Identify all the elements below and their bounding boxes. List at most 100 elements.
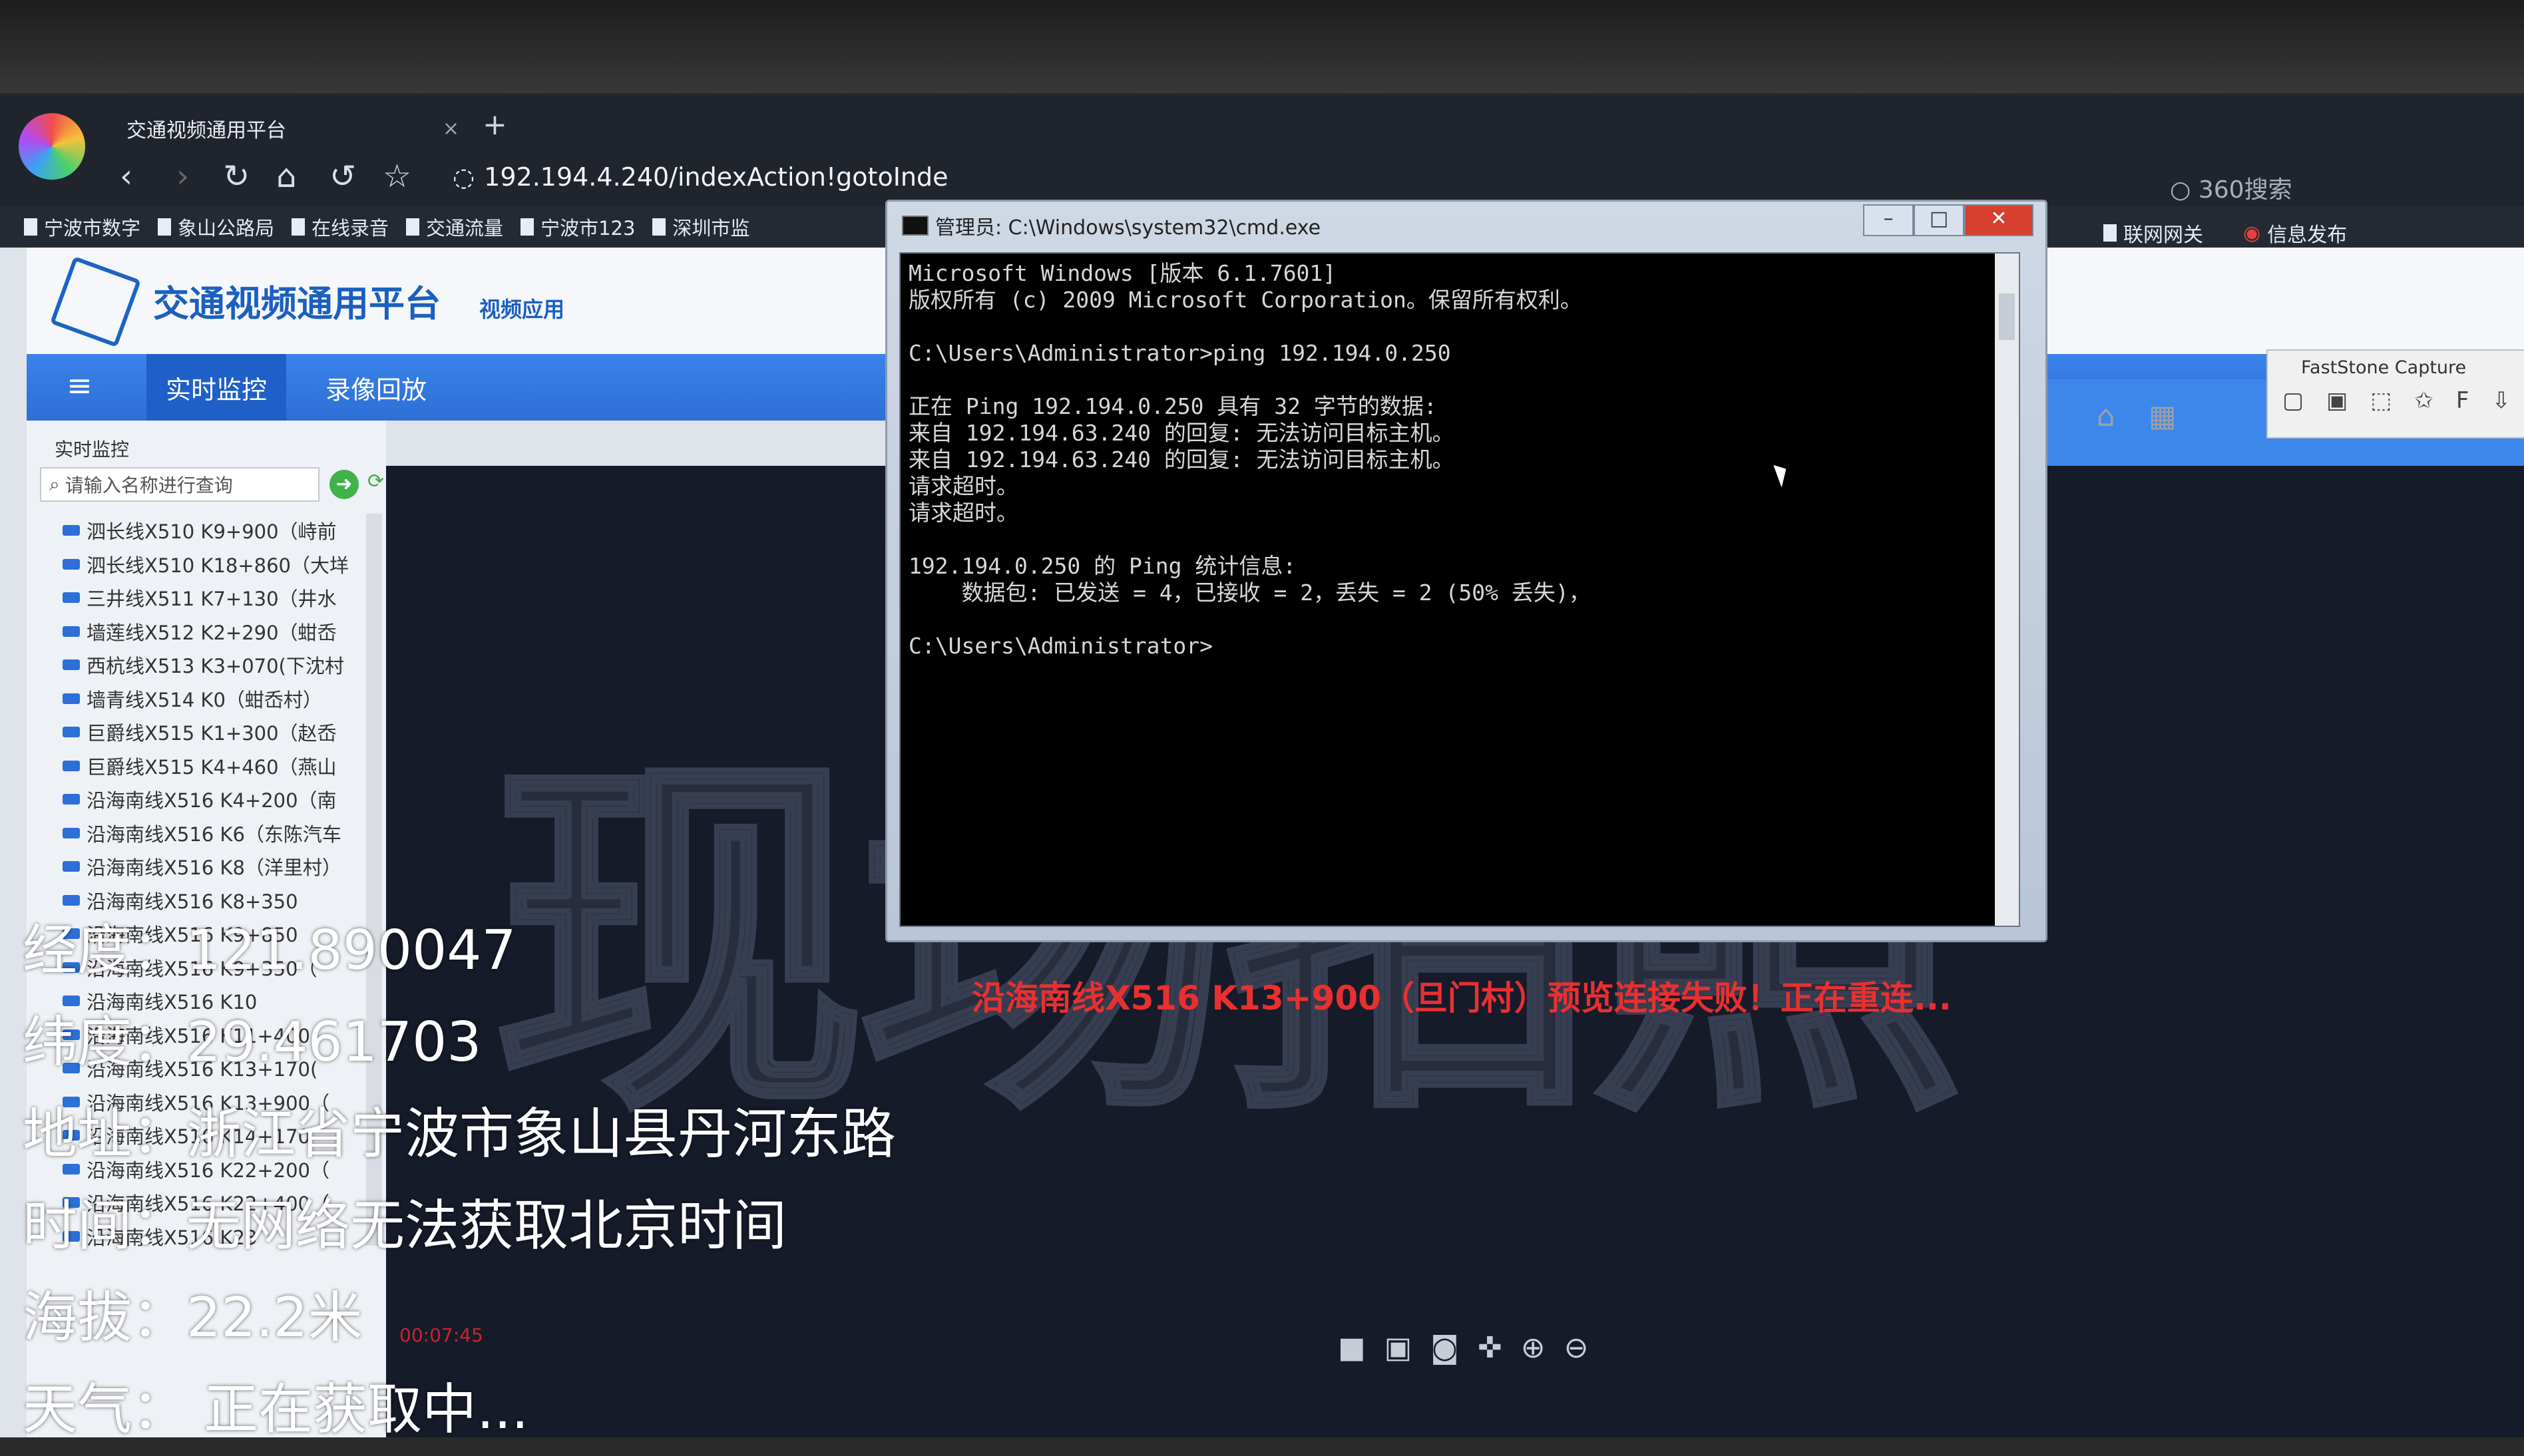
menu-icon[interactable]: ≡: [67, 367, 93, 403]
cmd-icon: [902, 216, 929, 236]
app-logo-icon: [49, 256, 142, 348]
undo-icon[interactable]: ↺: [329, 156, 356, 196]
camera-list-item[interactable]: 沿海南线X516 K6（东陈汽车: [40, 817, 386, 850]
home-icon[interactable]: ⌂: [276, 156, 296, 196]
faststone-toolbar: FastStone Capture ▢ ▣ ⬚ ✩ F ⇩: [2266, 349, 2524, 439]
camera-icon: [63, 760, 80, 771]
cmd-line: 请求超时。: [909, 500, 1018, 526]
bookmark-label: 深圳市监: [672, 217, 750, 240]
camera-label: 墙莲线X512 K2+290（蚶岙: [87, 621, 337, 644]
stop-icon[interactable]: ■: [1338, 1331, 1366, 1365]
camera-icon: [63, 727, 80, 738]
camera-list-item[interactable]: 墙青线X514 K0（蚶岙村）: [40, 682, 386, 716]
cmd-title: 管理员: C:\Windows\system32\cmd.exe: [935, 216, 1321, 240]
camera-icon: [63, 525, 80, 536]
capture-region-icon[interactable]: ⬚: [2370, 387, 2392, 414]
cmd-line: 来自 192.194.63.240 的回复: 无法访问目标主机。: [909, 420, 1454, 446]
ptz-icon[interactable]: ✜: [1478, 1331, 1502, 1365]
camera-icon: [63, 827, 80, 838]
bookmark[interactable]: 深圳市监: [652, 213, 749, 241]
snapshot-icon[interactable]: ◙: [1430, 1331, 1459, 1365]
new-tab-icon[interactable]: +: [483, 108, 507, 142]
camera-list-item[interactable]: 墙莲线X512 K2+290（蚶岙: [40, 615, 386, 649]
record-icon[interactable]: ▣: [1384, 1331, 1412, 1365]
camera-list-item[interactable]: 三井线X511 K7+130（井水: [40, 581, 386, 615]
camera-list-item[interactable]: 沿海南线X516 K8（洋里村）: [40, 850, 386, 884]
camera-label: 三井线X511 K7+130（井水: [87, 588, 337, 611]
url-text: 192.194.4.240/indexAction!gotoInde: [484, 162, 948, 192]
cmd-titlebar[interactable]: 管理员: C:\Windows\system32\cmd.exe: [902, 211, 1321, 240]
search-go-button[interactable]: ➜: [329, 470, 359, 499]
cmd-console[interactable]: Microsoft Windows [版本 6.1.7601] 版权所有 (c) …: [899, 252, 2020, 927]
browser-tab[interactable]: 交通视频通用平台 ×: [126, 105, 459, 152]
bookmark[interactable]: 象山公路局: [158, 213, 274, 241]
address-bar[interactable]: ◌ 192.194.4.240/indexAction!gotoInde: [453, 157, 948, 197]
zoom-in-icon[interactable]: ⊕: [1521, 1331, 1546, 1365]
camera-list-item[interactable]: 巨爵线X515 K4+460（燕山: [40, 749, 386, 783]
cmd-scrollbar[interactable]: [1995, 254, 2019, 926]
overlay-weather: 天气： 正在获取中...: [23, 1378, 529, 1441]
capture-fullscreen-icon[interactable]: F: [2456, 387, 2469, 414]
search-placeholder: 请输入名称进行查询: [65, 474, 233, 496]
cmd-window[interactable]: 管理员: C:\Windows\system32\cmd.exe – □ ✕ M…: [885, 200, 2047, 942]
bookmark[interactable]: 宁波市数字: [24, 213, 140, 241]
cmd-line: [909, 313, 1591, 340]
bookmark[interactable]: 联网网关: [2103, 218, 2203, 248]
browser-logo-icon[interactable]: [19, 113, 85, 180]
camera-label: 沿海南线X516 K6（东陈汽车: [87, 822, 341, 846]
bookmark[interactable]: ◉ 信息发布: [2243, 218, 2347, 248]
camera-list-item[interactable]: 巨爵线X515 K1+300（赵岙: [40, 715, 386, 749]
forward-icon[interactable]: ›: [176, 156, 189, 196]
overlay-time: 时间：无网络无法获取北京时间: [23, 1194, 787, 1258]
favorite-star-icon[interactable]: ☆: [383, 156, 411, 196]
bookmark-label: 宁波市123: [540, 217, 636, 240]
camera-icon: [63, 558, 80, 570]
camera-label: 西杭线X513 K3+070(下沈村: [87, 655, 344, 678]
bookmark-doc-icon: [521, 218, 534, 236]
camera-icon: [63, 693, 80, 704]
camera-search-input[interactable]: ⌕ 请输入名称进行查询: [40, 467, 319, 502]
bookmark-label: 联网网关: [2123, 224, 2203, 247]
grid-icon[interactable]: ▦: [2149, 399, 2177, 433]
camera-label: 巨爵线X515 K4+460（燕山: [87, 755, 337, 779]
camera-label: 墙青线X514 K0（蚶岙村）: [87, 688, 322, 711]
bookmark-doc-icon: [406, 218, 420, 236]
tab-close-icon[interactable]: ×: [443, 117, 459, 140]
bookmark[interactable]: 宁波市123: [521, 213, 635, 241]
capture-object-icon[interactable]: ▣: [2326, 387, 2348, 414]
tab-realtime-monitor[interactable]: 实时监控: [146, 354, 286, 421]
scroll-thumb[interactable]: [1999, 293, 2015, 340]
bookmark[interactable]: 在线录音: [292, 213, 389, 241]
minimize-button[interactable]: –: [1863, 204, 1914, 236]
home-icon[interactable]: ⌂: [2097, 399, 2115, 433]
camera-label: 巨爵线X515 K1+300（赵岙: [87, 722, 337, 745]
cmd-line: 请求超时。: [909, 473, 1018, 499]
bookmark[interactable]: 交通流量: [406, 213, 503, 241]
header-tools: ⌂ ▦: [2097, 399, 2177, 433]
bookmark-doc-icon: [652, 218, 666, 236]
camera-list-item[interactable]: 西杭线X513 K3+070(下沈村: [40, 648, 386, 682]
zoom-3d-icon[interactable]: ⊖: [1564, 1331, 1589, 1365]
capture-scroll-icon[interactable]: ⇩: [2491, 387, 2511, 414]
capture-freehand-icon[interactable]: ✩: [2414, 387, 2433, 414]
tab-playback[interactable]: 录像回放: [306, 354, 446, 421]
camera-list-item[interactable]: 沿海南线X516 K4+200（南: [40, 783, 386, 817]
bookmark-label: 宁波市数字: [44, 217, 141, 240]
bookmark-label: 信息发布: [2267, 224, 2348, 247]
faststone-title: FastStone Capture: [2301, 357, 2467, 378]
camera-icon: [63, 626, 80, 637]
monitor-bezel: [0, 0, 2524, 100]
camera-icon: [63, 861, 80, 872]
search-engine-box[interactable]: ○ 360搜索: [2170, 170, 2292, 205]
back-icon[interactable]: ‹: [120, 156, 132, 196]
camera-list-item[interactable]: 泗长线X510 K9+900（峙前: [40, 514, 386, 548]
camera-label: 沿海南线X516 K8（洋里村）: [87, 856, 341, 880]
camera-label: 沿海南线X516 K4+200（南: [87, 789, 337, 813]
refresh-icon[interactable]: ⟳: [367, 470, 384, 493]
maximize-button[interactable]: □: [1914, 204, 1964, 236]
close-button[interactable]: ✕: [1964, 204, 2033, 236]
camera-list-item[interactable]: 泗长线X510 K18+860（大垟: [40, 548, 386, 582]
reload-icon[interactable]: ↻: [223, 156, 250, 196]
cmd-line: 来自 192.194.63.240 的回复: 无法访问目标主机。: [909, 447, 1454, 472]
capture-window-icon[interactable]: ▢: [2282, 387, 2304, 414]
